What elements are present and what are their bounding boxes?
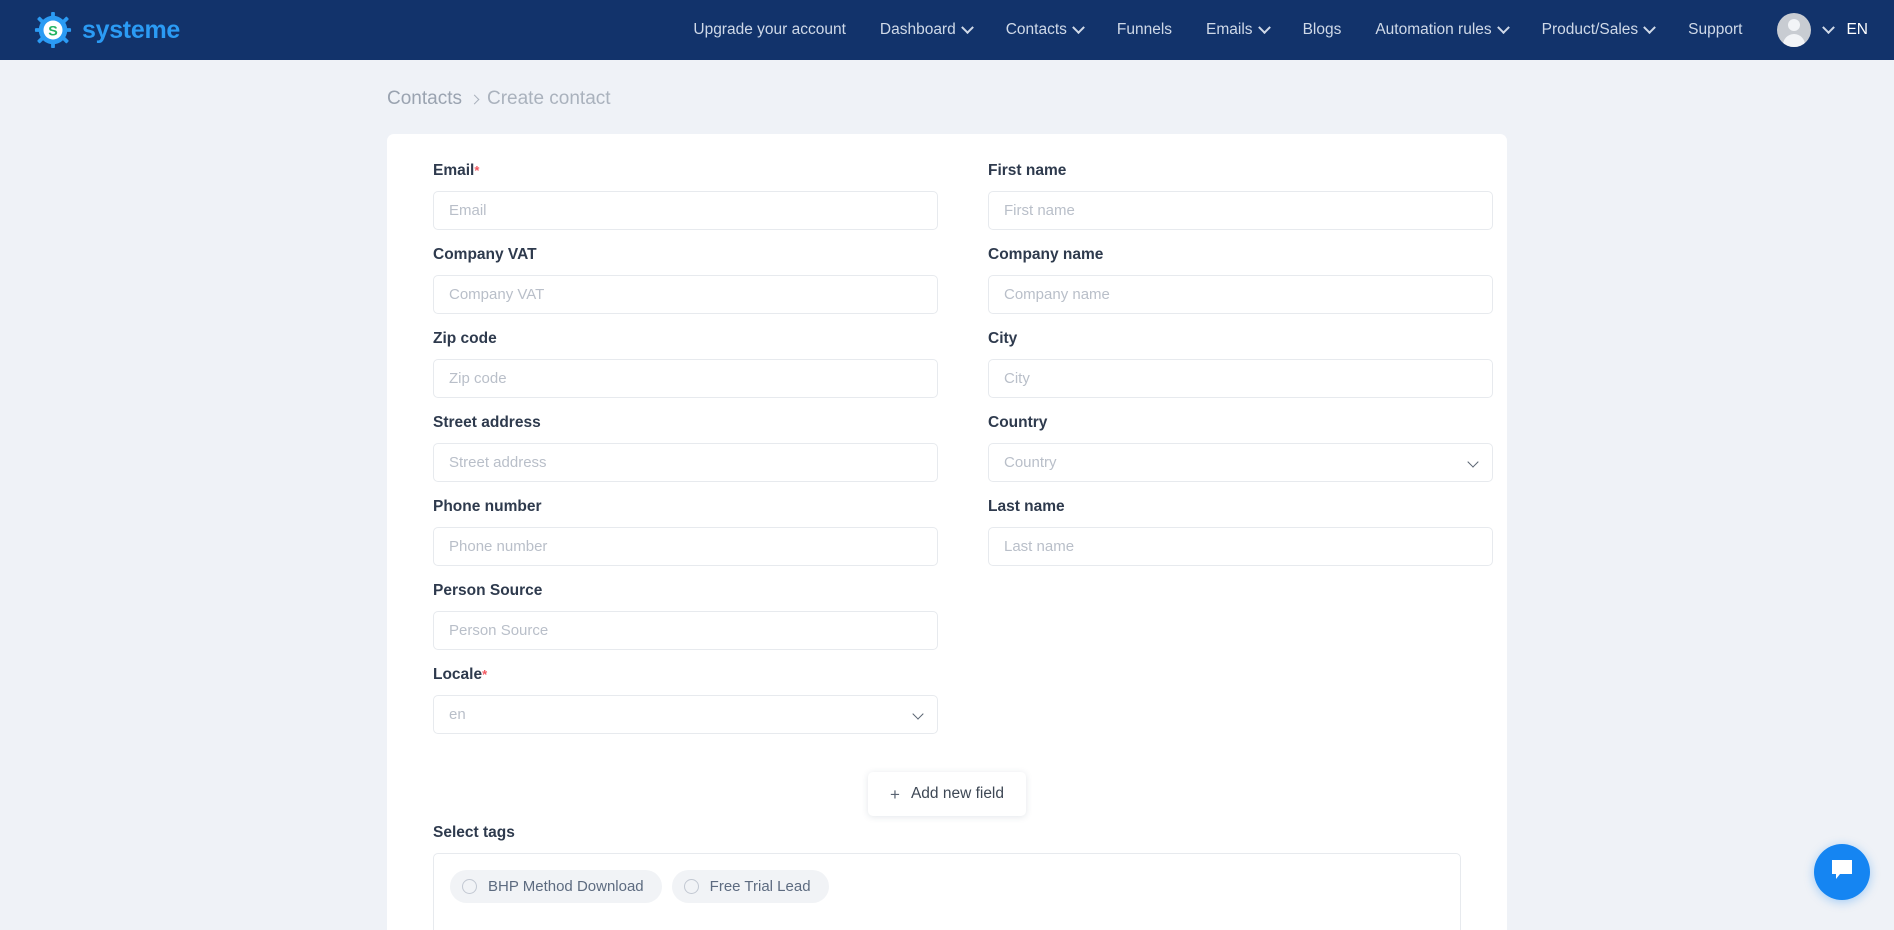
nav-emails[interactable]: Emails <box>1189 0 1286 60</box>
field-zip-code: Zip code <box>433 330 938 398</box>
chevron-down-icon[interactable] <box>1822 20 1836 34</box>
field-label: Zip code <box>433 330 497 347</box>
last-name-input[interactable] <box>988 527 1493 566</box>
nav-support[interactable]: Support <box>1671 0 1759 60</box>
field-city: City <box>988 330 1493 398</box>
required-asterisk: * <box>474 163 480 178</box>
field-label: Locale* <box>433 666 488 683</box>
add-new-field-label: Add new field <box>910 785 1004 802</box>
nav-label: Automation rules <box>1375 21 1492 38</box>
locale-select-wrap: en <box>433 695 938 734</box>
add-new-field-button[interactable]: + Add new field <box>868 772 1026 816</box>
email-input[interactable] <box>433 191 938 230</box>
field-company-name: Company name <box>988 246 1493 314</box>
breadcrumb-create-contact: Create contact <box>486 88 611 109</box>
nav-contacts[interactable]: Contacts <box>989 0 1100 60</box>
city-input[interactable] <box>988 359 1493 398</box>
field-country: Country Country <box>988 414 1493 482</box>
main-nav: Upgrade your account Dashboard Contacts … <box>676 0 1868 60</box>
tag-label: BHP Method Download <box>488 878 644 895</box>
nav-label: Emails <box>1206 21 1253 38</box>
nav-blogs[interactable]: Blogs <box>1286 0 1359 60</box>
field-company-vat: Company VAT <box>433 246 938 314</box>
field-label: Phone number <box>433 498 542 515</box>
contact-fields-grid: Email* First name Company VAT Company na… <box>433 162 1493 750</box>
nav-label: Support <box>1688 21 1743 38</box>
tag-option[interactable]: BHP Method Download <box>450 870 662 903</box>
user-menu: EN <box>1759 13 1868 47</box>
nav-label: Contacts <box>1005 21 1067 38</box>
first-name-input[interactable] <box>988 191 1493 230</box>
chevron-down-icon <box>1072 20 1085 34</box>
country-select-wrap: Country <box>988 443 1493 482</box>
page-content: Contacts Create contact Email* First nam… <box>0 88 1894 930</box>
chevron-down-icon <box>1257 20 1271 34</box>
avatar[interactable] <box>1777 13 1812 47</box>
brand-logo-link[interactable]: S systeme <box>34 11 180 49</box>
breadcrumb: Contacts Create contact <box>387 88 1894 110</box>
radio-icon <box>462 879 477 894</box>
add-field-row: + Add new field <box>433 772 1461 816</box>
country-select[interactable]: Country <box>988 443 1493 482</box>
chat-widget-button[interactable] <box>1814 844 1870 900</box>
phone-number-input[interactable] <box>433 527 938 566</box>
plus-icon: + <box>890 784 900 804</box>
radio-icon <box>683 879 699 894</box>
chevron-down-icon <box>1496 20 1510 34</box>
street-address-input[interactable] <box>433 443 938 482</box>
chevron-down-icon <box>960 20 974 34</box>
locale-select[interactable]: en <box>433 695 938 734</box>
language-selector[interactable]: EN <box>1846 21 1868 39</box>
top-navigation-bar: S systeme Upgrade your account Dashboard… <box>0 0 1894 60</box>
select-tags-label: Select tags <box>433 824 515 841</box>
select-tags-box: BHP Method Download Free Trial Lead <box>433 853 1461 930</box>
chevron-right-icon <box>469 94 480 104</box>
avatar-body <box>1783 34 1806 47</box>
avatar-head <box>1788 19 1801 31</box>
nav-label: Upgrade your account <box>693 21 846 38</box>
field-label: First name <box>988 162 1067 179</box>
company-vat-input[interactable] <box>433 275 938 314</box>
nav-label: Product/Sales <box>1541 21 1639 38</box>
nav-funnels[interactable]: Funnels <box>1100 0 1189 60</box>
field-label: Person Source <box>433 582 543 599</box>
nav-product-sales[interactable]: Product/Sales <box>1525 0 1672 60</box>
field-person-source: Person Source <box>433 582 938 650</box>
person-source-input[interactable] <box>433 611 938 650</box>
field-label: Last name <box>988 498 1065 515</box>
svg-text:S: S <box>48 24 58 40</box>
breadcrumb-contacts[interactable]: Contacts <box>387 88 462 110</box>
tag-option[interactable]: Free Trial Lead <box>671 870 829 903</box>
nav-label: Funnels <box>1116 21 1173 38</box>
zip-code-input[interactable] <box>433 359 938 398</box>
field-label: City <box>988 330 1018 347</box>
nav-label: Dashboard <box>879 21 956 38</box>
chat-bubble-icon <box>1829 858 1855 887</box>
field-street-address: Street address <box>433 414 938 482</box>
systeme-gear-logo-icon: S <box>34 11 72 49</box>
field-label: Country <box>988 414 1048 431</box>
field-label: Company name <box>988 246 1104 263</box>
nav-dashboard[interactable]: Dashboard <box>863 0 989 60</box>
company-name-input[interactable] <box>988 275 1493 314</box>
tag-label: Free Trial Lead <box>709 878 811 895</box>
field-email: Email* <box>433 162 938 230</box>
field-locale: Locale* en <box>433 666 938 734</box>
nav-upgrade-your-account[interactable]: Upgrade your account <box>676 0 863 60</box>
brand-name: systeme <box>82 15 180 44</box>
field-last-name: Last name <box>988 498 1493 566</box>
field-phone-number: Phone number <box>433 498 938 566</box>
nav-label: Blogs <box>1302 21 1342 38</box>
field-label: Company VAT <box>433 246 537 263</box>
field-label: Email* <box>433 162 480 179</box>
create-contact-card: Email* First name Company VAT Company na… <box>387 134 1507 930</box>
field-first-name: First name <box>988 162 1493 230</box>
nav-automation-rules[interactable]: Automation rules <box>1358 0 1524 60</box>
field-label: Street address <box>433 414 541 431</box>
chevron-down-icon <box>1643 20 1657 34</box>
required-asterisk: * <box>482 667 488 682</box>
